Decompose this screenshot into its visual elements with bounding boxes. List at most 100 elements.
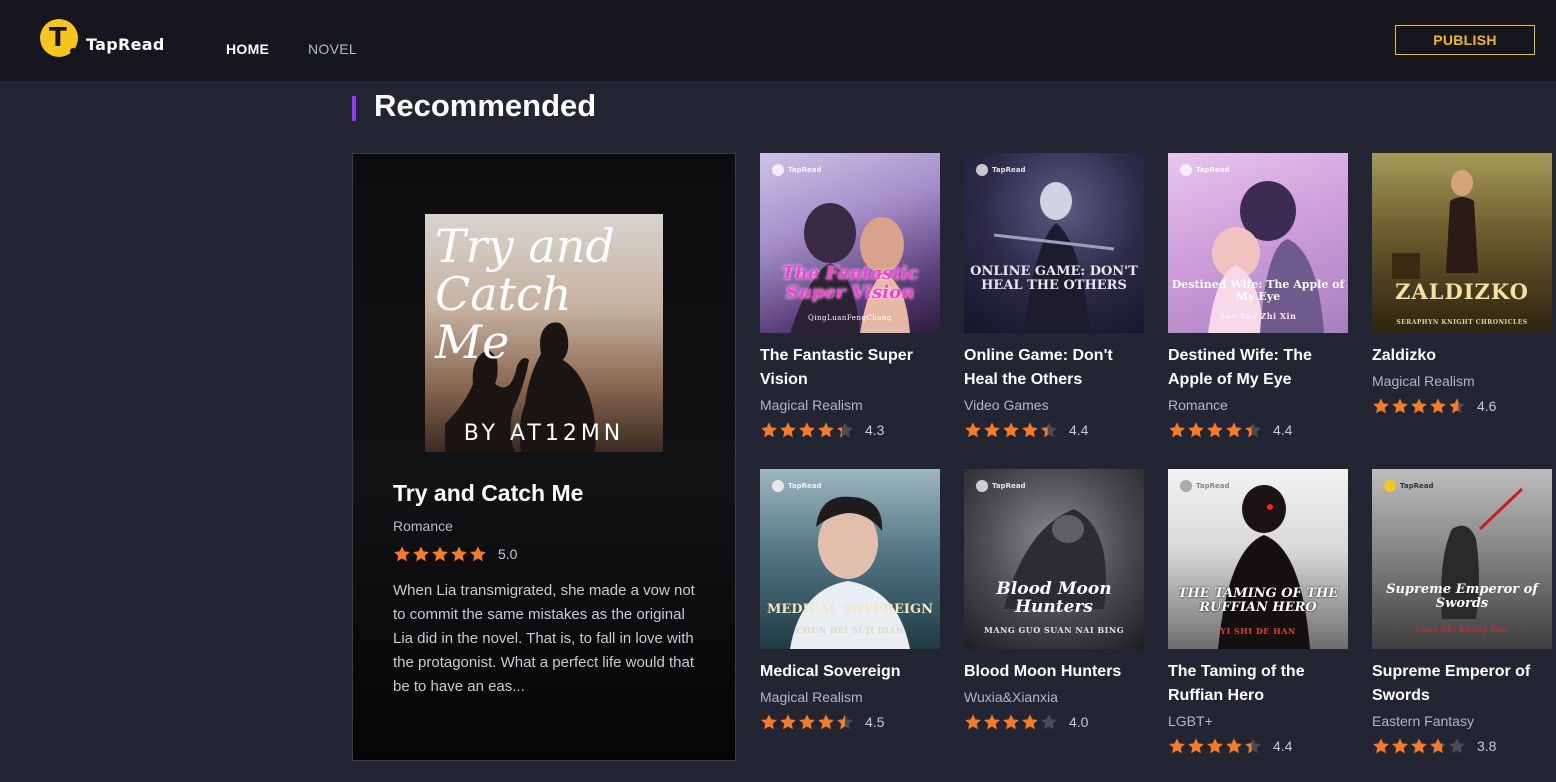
featured-book-genre[interactable]: Romance <box>393 518 453 534</box>
star-icon <box>799 714 815 730</box>
book-cover[interactable]: TapRead ONLINE GAME: DON'T HEAL THE OTHE… <box>964 153 1144 333</box>
book-card[interactable]: ZALDIZKO SERAPHYN KNIGHT CHRONICLES Zald… <box>1372 153 1552 415</box>
star-icon <box>1188 738 1204 754</box>
book-genre[interactable]: Magical Realism <box>760 397 940 413</box>
star-icon <box>984 714 1000 730</box>
star-icon <box>1411 398 1427 414</box>
featured-book-card[interactable]: Try and Catch Me BY AT12MN Try and Catch… <box>352 153 736 761</box>
cover-art <box>790 203 910 333</box>
nav-novel[interactable]: NOVEL <box>308 41 357 57</box>
rating-value: 5.0 <box>498 546 518 562</box>
rating-stars <box>760 421 855 439</box>
book-title[interactable]: The Taming of the Ruffian Hero <box>1168 660 1348 708</box>
star-icon <box>1041 422 1057 438</box>
cover-art <box>790 496 910 649</box>
star-icon <box>1207 738 1223 754</box>
book-title[interactable]: The Fantastic Super Vision <box>760 344 940 392</box>
book-title[interactable]: Supreme Emperor of Swords <box>1372 660 1552 708</box>
star-icon <box>818 714 834 730</box>
star-icon <box>1245 738 1261 754</box>
star-icon <box>984 422 1000 438</box>
book-rating: 4.0 <box>964 713 1144 731</box>
rating-stars <box>393 545 488 563</box>
book-genre[interactable]: Magical Realism <box>1372 373 1552 389</box>
taptread-logo[interactable]: T TapRead <box>40 19 165 57</box>
star-icon <box>1373 398 1389 414</box>
book-title[interactable]: Online Game: Don't Heal the Others <box>964 344 1144 392</box>
star-icon <box>1003 422 1019 438</box>
featured-book-rating: 5.0 <box>393 545 517 563</box>
star-icon <box>1003 714 1019 730</box>
book-card[interactable]: TapRead MEDICAL SOVEREIGN CHUN HEI SI JI… <box>760 469 940 731</box>
nav-home[interactable]: HOME <box>226 41 269 57</box>
star-icon <box>1430 738 1446 754</box>
rating-stars <box>1372 397 1467 415</box>
book-genre[interactable]: Magical Realism <box>760 689 940 705</box>
rating-stars <box>964 421 1059 439</box>
book-card[interactable]: TapRead THE TAMING OF THE RUFFIAN HERO Y… <box>1168 469 1348 755</box>
star-icon <box>761 422 777 438</box>
star-icon <box>1022 422 1038 438</box>
cover-title: ZALDIZKO <box>1395 279 1529 304</box>
star-icon <box>780 422 796 438</box>
rating-stars <box>1372 737 1467 755</box>
book-cover[interactable]: TapRead MEDICAL SOVEREIGN CHUN HEI SI JI… <box>760 469 940 649</box>
star-icon <box>818 422 834 438</box>
star-icon <box>780 714 796 730</box>
book-genre[interactable]: Romance <box>1168 397 1348 413</box>
book-card[interactable]: TapRead Destined Wife: The Apple of My E… <box>1168 153 1348 439</box>
book-card[interactable]: TapRead Supreme Emperor of Swords Luan S… <box>1372 469 1552 755</box>
book-rating: 4.5 <box>760 713 940 731</box>
star-icon <box>1392 738 1408 754</box>
book-rating: 4.3 <box>760 421 940 439</box>
book-genre[interactable]: Eastern Fantasy <box>1372 713 1552 729</box>
cover-art <box>1208 181 1324 333</box>
book-cover[interactable]: TapRead Destined Wife: The Apple of My E… <box>1168 153 1348 333</box>
featured-cover-title: Try and Catch Me <box>435 219 615 369</box>
cover-art <box>1441 487 1524 619</box>
book-title[interactable]: Medical Sovereign <box>760 660 940 684</box>
book-cover[interactable]: TapRead Supreme Emperor of Swords Luan S… <box>1372 469 1552 649</box>
cover-title: Supreme Emperor of Swords <box>1386 582 1538 611</box>
star-icon <box>965 422 981 438</box>
star-icon <box>1188 422 1204 438</box>
star-icon <box>1245 422 1261 438</box>
featured-book-cover[interactable]: Try and Catch Me BY AT12MN <box>425 214 663 452</box>
cover-title: The Fantastic Super Vision <box>781 263 919 303</box>
rating-value: 4.0 <box>1069 714 1089 730</box>
cover-author: QingLuanFengChang <box>808 314 892 322</box>
rating-value: 4.4 <box>1273 738 1293 754</box>
book-genre[interactable]: Video Games <box>964 397 1144 413</box>
star-icon <box>1430 398 1446 414</box>
star-icon <box>1373 738 1389 754</box>
star-icon <box>1169 738 1185 754</box>
book-genre[interactable]: LGBT+ <box>1168 713 1348 729</box>
book-title[interactable]: Blood Moon Hunters <box>964 660 1144 684</box>
star-icon <box>1022 714 1038 730</box>
star-icon <box>1449 738 1465 754</box>
star-icon <box>837 714 853 730</box>
book-rating: 4.4 <box>1168 421 1348 439</box>
book-rating: 4.4 <box>1168 737 1348 755</box>
publish-button[interactable]: PUBLISH <box>1395 25 1535 55</box>
book-rating: 4.6 <box>1372 397 1552 415</box>
cover-title: Destined Wife: The Apple of My Eye <box>1171 278 1345 303</box>
book-cover[interactable]: TapRead Blood Moon Hunters MANG GUO SUAN… <box>964 469 1144 649</box>
rating-value: 4.3 <box>865 422 885 438</box>
book-cover[interactable]: TapRead The Fantastic Super Vision QingL… <box>760 153 940 333</box>
book-title[interactable]: Zaldizko <box>1372 344 1552 368</box>
book-card[interactable]: TapRead ONLINE GAME: DON'T HEAL THE OTHE… <box>964 153 1144 439</box>
rating-stars <box>1168 421 1263 439</box>
featured-book-title[interactable]: Try and Catch Me <box>393 480 583 507</box>
book-cover[interactable]: TapRead THE TAMING OF THE RUFFIAN HERO Y… <box>1168 469 1348 649</box>
book-title[interactable]: Destined Wife: The Apple of My Eye <box>1168 344 1348 392</box>
star-icon <box>1041 714 1057 730</box>
book-cover[interactable]: ZALDIZKO SERAPHYN KNIGHT CHRONICLES <box>1372 153 1552 333</box>
cover-author: Yao Yao Zhi Xin <box>1219 311 1297 321</box>
book-card[interactable]: TapRead Blood Moon Hunters MANG GUO SUAN… <box>964 469 1144 731</box>
cover-title: MEDICAL SOVEREIGN <box>766 602 933 617</box>
book-genre[interactable]: Wuxia&Xianxia <box>964 689 1144 705</box>
book-card[interactable]: TapRead The Fantastic Super Vision QingL… <box>760 153 940 439</box>
star-icon <box>470 546 486 562</box>
star-icon <box>394 546 410 562</box>
